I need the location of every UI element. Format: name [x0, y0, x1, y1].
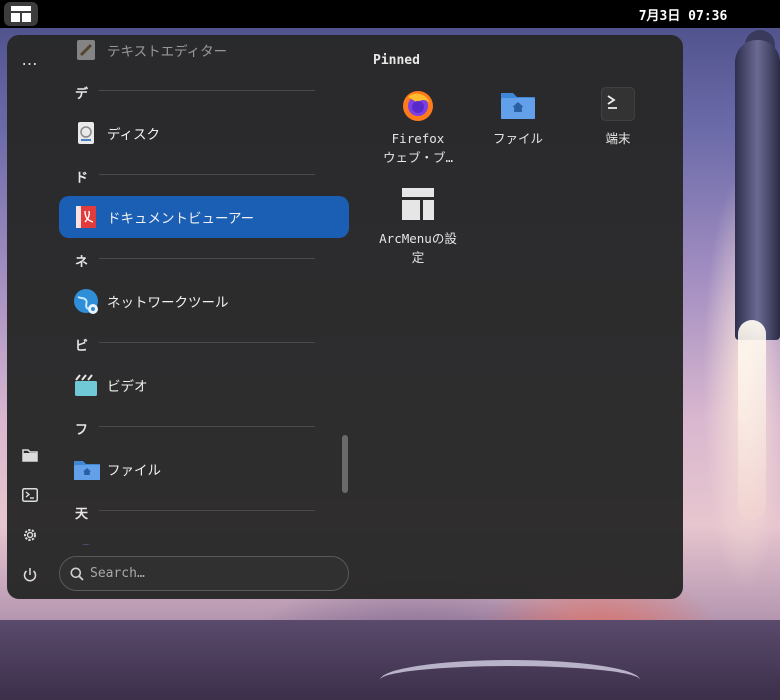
pinned-section-title: Pinned — [373, 53, 420, 68]
search-icon — [70, 567, 84, 581]
section-header: ネ — [75, 255, 89, 270]
document-viewer-icon — [73, 204, 99, 230]
app-item-label: ビデオ — [107, 379, 148, 395]
app-item-label: ディスク — [107, 127, 161, 143]
app-item-text-editor[interactable]: テキストエディター — [59, 35, 349, 71]
app-item-files[interactable]: ファイル — [59, 448, 349, 490]
pinned-app-label: Firefox — [391, 131, 445, 146]
folder-icon — [22, 449, 38, 462]
wallpaper-road — [380, 660, 640, 700]
terminal-icon — [22, 488, 38, 502]
app-list-scrollbar[interactable] — [342, 435, 348, 493]
app-item-label: ドキュメントビューアー — [107, 211, 255, 227]
search-input[interactable] — [90, 566, 320, 581]
app-item-network-tools[interactable]: ネットワークツール — [59, 280, 349, 322]
section-header: ド — [75, 171, 89, 186]
section-divider — [99, 258, 315, 259]
text-editor-icon — [73, 37, 99, 63]
power-icon — [23, 568, 37, 582]
wallpaper-rocket-plume — [738, 320, 766, 520]
pinned-app-arcmenu-settings[interactable]: ArcMenuの設 定 — [368, 187, 468, 267]
settings-shortcut-button[interactable] — [16, 521, 44, 549]
clock[interactable]: 7月3日 07:36 — [600, 5, 766, 24]
video-clapper-icon — [73, 372, 99, 398]
pinned-app-firefox[interactable]: Firefox ウェブ・ブ… — [368, 87, 468, 167]
files-folder-icon — [73, 456, 100, 482]
section-divider — [99, 426, 315, 427]
network-tools-icon — [73, 288, 99, 314]
pinned-app-sublabel: ウェブ・ブ… — [382, 150, 454, 165]
arcmenu-layout-icon — [11, 6, 31, 22]
terminal-icon — [600, 87, 636, 123]
section-divider — [99, 342, 315, 343]
terminal-shortcut-button[interactable] — [16, 481, 44, 509]
weather-icon — [73, 540, 99, 545]
app-item-disks[interactable]: ディスク — [59, 112, 349, 154]
pinned-app-sublabel: 定 — [411, 250, 425, 265]
arcmenu-button[interactable] — [4, 2, 38, 26]
app-item-weather[interactable] — [59, 532, 349, 545]
gear-icon — [24, 529, 36, 541]
section-divider — [99, 174, 315, 175]
section-header: フ — [75, 423, 89, 438]
top-bar: 7月3日 07:36 — [0, 0, 780, 28]
pinned-app-label: ファイル — [492, 131, 543, 146]
arcmenu-panel: … テキストエディター デ ディスク ド ドキュメントビューアー ネ ネットワー… — [7, 35, 683, 599]
menu-sidebar: … — [7, 35, 53, 599]
pinned-app-label: 端末 — [605, 131, 631, 146]
pinned-app-label: ArcMenuの設 — [379, 231, 457, 246]
section-divider — [99, 90, 315, 91]
pinned-app-files[interactable]: ファイル — [468, 87, 568, 148]
section-header: ビ — [75, 339, 89, 354]
app-item-label: テキストエディター — [107, 44, 228, 60]
files-folder-icon — [500, 87, 536, 123]
app-item-label: ファイル — [107, 463, 161, 479]
search-box[interactable] — [59, 556, 349, 591]
app-item-label: ネットワークツール — [107, 295, 229, 311]
arcmenu-settings-icon — [400, 187, 436, 223]
section-divider — [99, 510, 315, 511]
files-shortcut-button[interactable] — [16, 441, 44, 469]
wallpaper-rocket — [735, 40, 780, 340]
pinned-app-terminal[interactable]: 端末 — [568, 87, 668, 148]
section-header: デ — [75, 87, 89, 102]
firefox-icon — [400, 87, 436, 123]
app-list[interactable]: テキストエディター デ ディスク ド ドキュメントビューアー ネ ネットワークツ… — [59, 35, 349, 545]
power-button[interactable] — [16, 561, 44, 589]
disk-icon — [73, 120, 99, 146]
app-item-videos[interactable]: ビデオ — [59, 364, 349, 406]
more-options-button[interactable]: … — [16, 45, 44, 73]
section-header: 天 — [75, 507, 89, 522]
app-item-document-viewer[interactable]: ドキュメントビューアー — [59, 196, 349, 238]
